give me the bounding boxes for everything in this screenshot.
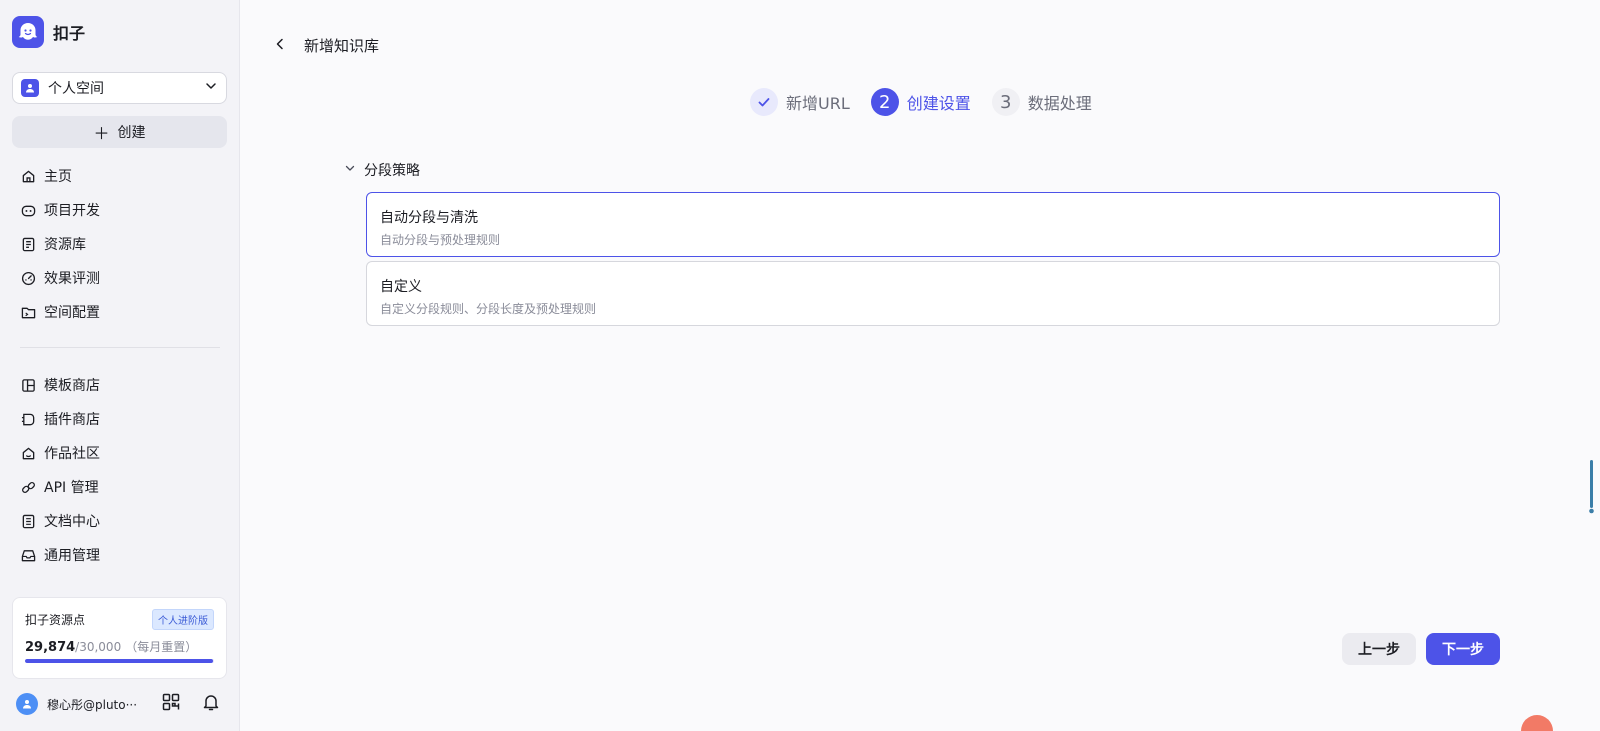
sidebar-item-template-store[interactable]: 模板商店 bbox=[12, 368, 227, 402]
community-icon bbox=[20, 445, 36, 461]
avatar[interactable] bbox=[16, 693, 38, 715]
sidebar-item-label: API 管理 bbox=[44, 480, 99, 496]
credits-value: 29,874/30,000 （每月重置） bbox=[25, 638, 197, 655]
nav-divider bbox=[20, 347, 220, 348]
sidebar-item-docs[interactable]: 文档中心 bbox=[12, 504, 227, 538]
step-data-processing: 3 数据处理 bbox=[991, 88, 1092, 116]
step-label: 数据处理 bbox=[1027, 94, 1092, 113]
space-select[interactable]: 个人空间 bbox=[12, 72, 227, 104]
credits-card[interactable]: 扣子资源点 个人进阶版 29,874/30,000 （每月重置） bbox=[12, 597, 227, 679]
next-step-button[interactable]: 下一步 bbox=[1426, 633, 1500, 665]
inbox-icon bbox=[20, 547, 36, 563]
user-actions bbox=[161, 692, 221, 712]
template-icon bbox=[20, 377, 36, 393]
sidebar-item-evaluation[interactable]: 效果评测 bbox=[12, 261, 227, 295]
scrollbar-handle[interactable] bbox=[1589, 460, 1594, 516]
step-create-settings: 2 创建设置 bbox=[870, 88, 971, 116]
nav-secondary: 模板商店 插件商店 作品社区 API 管理 文档中心 通用管理 bbox=[12, 368, 227, 572]
sidebar-item-label: 空间配置 bbox=[44, 305, 100, 321]
create-button[interactable]: ＋ 创建 bbox=[12, 116, 227, 148]
sidebar-item-general[interactable]: 通用管理 bbox=[12, 538, 227, 572]
sidebar-item-api[interactable]: API 管理 bbox=[12, 470, 227, 504]
step-number: 3 bbox=[991, 88, 1020, 116]
home-icon bbox=[20, 168, 36, 184]
sidebar-item-library[interactable]: 资源库 bbox=[12, 227, 227, 261]
nav-primary: 主页 项目开发 资源库 效果评测 空间配置 bbox=[12, 159, 227, 329]
sidebar-item-label: 通用管理 bbox=[44, 548, 100, 564]
back-arrow-icon[interactable] bbox=[270, 34, 290, 54]
sidebar-item-label: 主页 bbox=[44, 169, 72, 185]
plan-badge[interactable]: 个人进阶版 bbox=[152, 609, 214, 630]
option-custom-segment[interactable]: 自定义 自定义分段规则、分段长度及预处理规则 bbox=[366, 261, 1500, 326]
sidebar-item-projects[interactable]: 项目开发 bbox=[12, 193, 227, 227]
coze-logo-icon bbox=[12, 16, 44, 48]
space-avatar-icon bbox=[21, 79, 39, 97]
section-title: 分段策略 bbox=[364, 163, 420, 179]
option-desc: 自定义分段规则、分段长度及预处理规则 bbox=[380, 302, 597, 316]
step-label: 新增URL bbox=[786, 94, 850, 113]
sidebar-item-plugin-store[interactable]: 插件商店 bbox=[12, 402, 227, 436]
credits-progress-fill bbox=[25, 659, 214, 663]
chevron-down-icon bbox=[204, 79, 218, 97]
option-desc: 自动分段与预处理规则 bbox=[380, 233, 501, 247]
sidebar-item-label: 文档中心 bbox=[44, 514, 100, 530]
sidebar-item-label: 插件商店 bbox=[44, 412, 100, 428]
section-toggle-segment-strategy[interactable]: 分段策略 bbox=[344, 160, 420, 180]
doc-icon bbox=[20, 513, 36, 529]
sidebar-item-home[interactable]: 主页 bbox=[12, 159, 227, 193]
sidebar-item-label: 项目开发 bbox=[44, 203, 100, 219]
user-row: 穆心彤@pluto··· bbox=[16, 692, 226, 716]
stepper: 新增URL 2 创建设置 3 数据处理 bbox=[750, 88, 1113, 116]
sidebar-item-label: 作品社区 bbox=[44, 446, 100, 462]
step-label: 创建设置 bbox=[906, 94, 971, 113]
plus-icon: ＋ bbox=[93, 124, 110, 143]
sidebar-item-label: 模板商店 bbox=[44, 378, 100, 394]
brand[interactable]: 扣子 bbox=[12, 16, 85, 48]
prev-step-button[interactable]: 上一步 bbox=[1342, 633, 1416, 665]
option-title: 自动分段与清洗 bbox=[380, 210, 478, 226]
library-icon bbox=[20, 236, 36, 252]
credits-total: /30,000 bbox=[75, 640, 122, 654]
sidebar-item-community[interactable]: 作品社区 bbox=[12, 436, 227, 470]
brand-name: 扣子 bbox=[53, 24, 86, 43]
step-number: 2 bbox=[870, 88, 899, 116]
user-name[interactable]: 穆心彤@pluto··· bbox=[47, 696, 142, 713]
bot-icon bbox=[20, 202, 36, 218]
qr-code-icon[interactable] bbox=[161, 692, 181, 712]
option-auto-segment[interactable]: 自动分段与清洗 自动分段与预处理规则 bbox=[366, 192, 1500, 257]
option-title: 自定义 bbox=[380, 279, 422, 295]
chevron-down-icon bbox=[344, 162, 356, 178]
step-add-url: 新增URL bbox=[750, 88, 850, 116]
page-title: 新增知识库 bbox=[304, 37, 380, 55]
sidebar-item-label: 效果评测 bbox=[44, 271, 100, 287]
gauge-icon bbox=[20, 270, 36, 286]
sidebar-item-space-config[interactable]: 空间配置 bbox=[12, 295, 227, 329]
credits-used: 29,874 bbox=[25, 640, 76, 655]
plugin-icon bbox=[20, 411, 36, 427]
credits-reset-note: （每月重置） bbox=[125, 640, 198, 654]
sidebar: 扣子 个人空间 ＋ 创建 主页 项目开发 资源库 效果评测 空间配置 模板商店 … bbox=[0, 0, 240, 731]
bell-icon[interactable] bbox=[201, 692, 221, 712]
assistant-mascot-icon[interactable] bbox=[1521, 715, 1553, 731]
sidebar-item-label: 资源库 bbox=[44, 237, 86, 253]
create-button-label: 创建 bbox=[117, 125, 146, 141]
checkmark-icon bbox=[750, 88, 778, 116]
credits-progress-bar bbox=[25, 659, 214, 663]
space-select-label: 个人空间 bbox=[48, 81, 104, 97]
link-icon bbox=[20, 479, 36, 495]
folder-settings-icon bbox=[20, 304, 36, 320]
credits-title: 扣子资源点 bbox=[25, 613, 86, 627]
